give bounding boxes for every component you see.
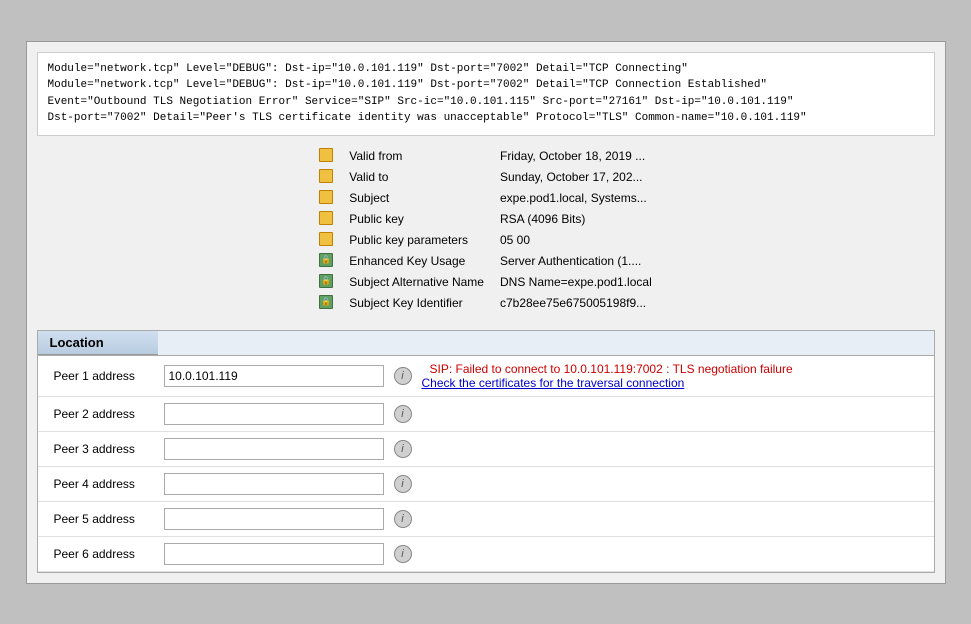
yellow-icon <box>319 169 333 183</box>
error-link[interactable]: Check the certificates for the traversal… <box>422 376 793 390</box>
peer-5-label: Peer 5 address <box>54 512 154 526</box>
peer-6-label: Peer 6 address <box>54 547 154 561</box>
peer-6-input[interactable] <box>164 543 384 565</box>
cert-row: Valid toSunday, October 17, 202... <box>311 167 660 188</box>
error-container: SIP: Failed to connect to 10.0.101.119:7… <box>422 362 793 390</box>
green-lock-icon <box>319 253 333 267</box>
peer-row-3: Peer 3 address i <box>38 432 934 467</box>
peer-1-label: Peer 1 address <box>54 369 154 383</box>
peer-row-6: Peer 6 address i <box>38 537 934 572</box>
peer-6-info-icon[interactable]: i <box>394 545 412 563</box>
location-title: Location <box>38 331 158 355</box>
peer-3-label: Peer 3 address <box>54 442 154 456</box>
peer-2-input[interactable] <box>164 403 384 425</box>
cert-value: RSA (4096 Bits) <box>492 209 660 230</box>
peer-row-2: Peer 2 address i <box>38 397 934 432</box>
yellow-icon <box>319 211 333 225</box>
peers-container: Peer 1 address i SIP: Failed to connect to… <box>38 356 934 572</box>
yellow-icon <box>319 232 333 246</box>
peer-5-input[interactable] <box>164 508 384 530</box>
peer-row-4: Peer 4 address i <box>38 467 934 502</box>
peer-3-input[interactable] <box>164 438 384 460</box>
cert-row: Public keyRSA (4096 Bits) <box>311 209 660 230</box>
log-line-4: Dst-port="7002" Detail="Peer's TLS certi… <box>48 110 924 127</box>
peer-4-input[interactable] <box>164 473 384 495</box>
cert-label: Subject Key Identifier <box>341 293 492 314</box>
cert-row: Subject Key Identifierc7b28ee75e67500519… <box>311 293 660 314</box>
cert-label: Public key <box>341 209 492 230</box>
cert-row: Subjectexpe.pod1.local, Systems... <box>311 188 660 209</box>
cert-row: Valid fromFriday, October 18, 2019 ... <box>311 146 660 167</box>
log-line-2: Module="network.tcp" Level="DEBUG": Dst-… <box>48 77 924 94</box>
cert-value: c7b28ee75e675005198f9... <box>492 293 660 314</box>
peer-1-input[interactable] <box>164 365 384 387</box>
peer-2-info-icon[interactable]: i <box>394 405 412 423</box>
cert-label: Valid from <box>341 146 492 167</box>
cert-label: Valid to <box>341 167 492 188</box>
cert-table: Valid fromFriday, October 18, 2019 ...Va… <box>311 146 660 314</box>
log-line-1: Module="network.tcp" Level="DEBUG": Dst-… <box>48 61 924 78</box>
cert-label: Public key parameters <box>341 230 492 251</box>
error-message: SIP: Failed to connect to 10.0.101.119:7… <box>430 362 793 376</box>
cert-label: Subject Alternative Name <box>341 272 492 293</box>
location-section: Location Peer 1 address i SIP: Failed to c… <box>37 330 935 573</box>
cert-value: Friday, October 18, 2019 ... <box>492 146 660 167</box>
location-header-row: Location <box>38 331 934 356</box>
cert-value: expe.pod1.local, Systems... <box>492 188 660 209</box>
cert-row: Enhanced Key UsageServer Authentication … <box>311 251 660 272</box>
green-lock-icon <box>319 274 333 288</box>
peer-row-1: Peer 1 address i SIP: Failed to connect to… <box>38 356 934 397</box>
green-lock-icon <box>319 295 333 309</box>
cert-value: Server Authentication (1.... <box>492 251 660 272</box>
cert-label: Subject <box>341 188 492 209</box>
yellow-icon <box>319 190 333 204</box>
peer-4-info-icon[interactable]: i <box>394 475 412 493</box>
peer-4-label: Peer 4 address <box>54 477 154 491</box>
log-line-3: Event="Outbound TLS Negotiation Error" S… <box>48 94 924 111</box>
peer-2-label: Peer 2 address <box>54 407 154 421</box>
cert-value: 05 00 <box>492 230 660 251</box>
cert-value: DNS Name=expe.pod1.local <box>492 272 660 293</box>
peer-3-info-icon[interactable]: i <box>394 440 412 458</box>
cert-label: Enhanced Key Usage <box>341 251 492 272</box>
peer-row-5: Peer 5 address i <box>38 502 934 537</box>
cert-row: Subject Alternative NameDNS Name=expe.po… <box>311 272 660 293</box>
peer-5-info-icon[interactable]: i <box>394 510 412 528</box>
log-section: Module="network.tcp" Level="DEBUG": Dst-… <box>37 52 935 136</box>
main-container: Module="network.tcp" Level="DEBUG": Dst-… <box>26 41 946 584</box>
cert-row: Public key parameters05 00 <box>311 230 660 251</box>
yellow-icon <box>319 148 333 162</box>
peer-1-info-icon[interactable]: i <box>394 367 412 385</box>
cert-value: Sunday, October 17, 202... <box>492 167 660 188</box>
